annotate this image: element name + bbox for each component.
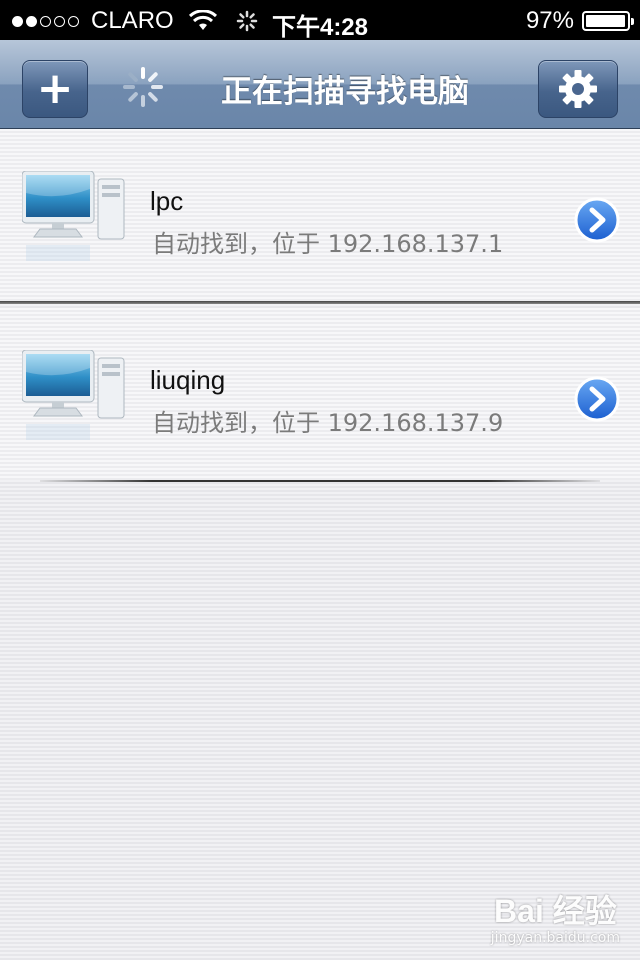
computer-name: lpc [150,186,184,216]
gear-icon [559,70,597,108]
list-item[interactable]: liuqing 自动找到，位于 192.168.137.9 [0,308,640,487]
settings-button[interactable] [538,60,618,118]
computer-icon [22,171,125,261]
battery-percent: 97% [525,7,574,34]
watermark-url: jingyan.baidu.com [490,930,620,946]
computer-list: lpc 自动找到，位于 192.168.137.1 liuqing 自动找到，位… [0,129,640,487]
navigation-bar: + 正在扫描寻找电脑 [0,40,640,129]
watermark-logo: Bai 经验 [494,893,617,929]
detail-disclosure-icon[interactable] [574,197,620,243]
status-bar: CLARO 下午4:28 97% [0,0,640,41]
computer-address: 自动找到，位于 192.168.137.1 [152,230,504,258]
computer-address: 自动找到，位于 192.168.137.9 [152,409,504,437]
watermark: Bai 经验 jingyan.baidu.com [491,886,620,946]
battery-icon [582,11,634,31]
status-right: 97% [525,7,634,35]
page-title: 正在扫描寻找电脑 [221,74,469,110]
detail-disclosure-icon[interactable] [574,376,620,422]
row-divider [40,480,600,482]
plus-icon: + [36,63,74,114]
spinner-icon [123,67,163,107]
row-divider [0,301,640,304]
computer-icon [22,350,125,440]
computer-name: liuqing [150,365,226,395]
list-item[interactable]: lpc 自动找到，位于 192.168.137.1 [0,129,640,308]
add-computer-button[interactable]: + [22,60,88,118]
